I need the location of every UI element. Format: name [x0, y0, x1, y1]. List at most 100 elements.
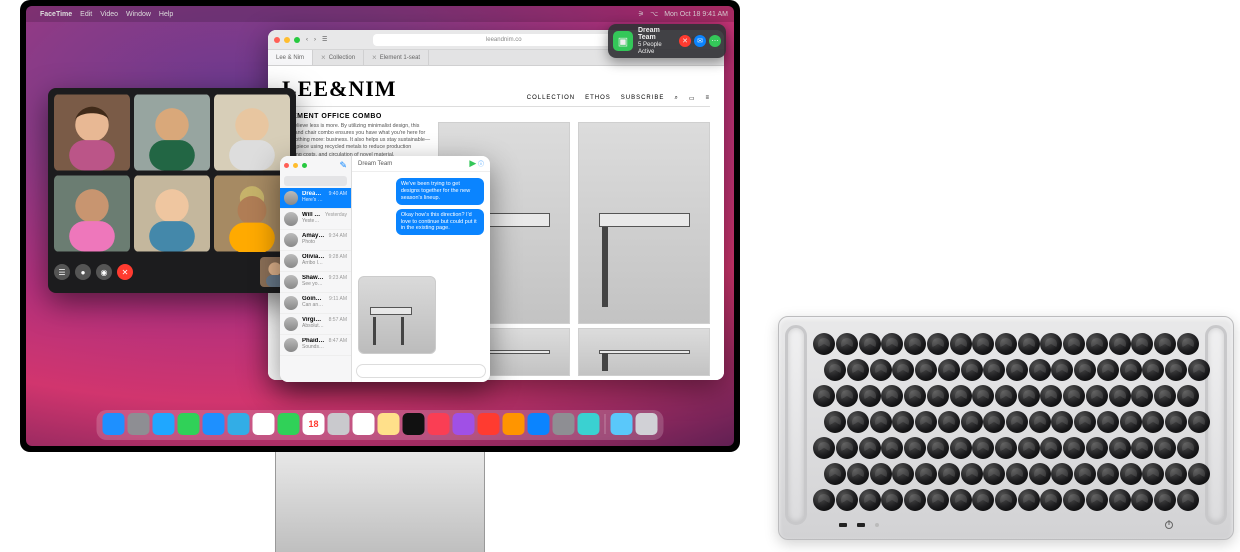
dock-app-calendar[interactable]: 18 [303, 413, 325, 435]
participant-5[interactable] [134, 175, 210, 252]
grille-hole [1029, 463, 1051, 485]
conversation-item[interactable]: Will Byers Yesterday Yesterday [280, 209, 351, 230]
conversation-item[interactable]: Dream Team Here's what I'm thinking 9:40… [280, 188, 351, 209]
thunderbolt-port[interactable] [839, 523, 847, 527]
facetime-notification[interactable]: ▣ Dream Team 5 People Active ✕ ✉ ⋯ [608, 24, 726, 58]
message-thread[interactable]: We've been trying to get designs togethe… [352, 172, 490, 360]
conversation-item[interactable]: Going Out This List Can any of you come … [280, 293, 351, 314]
dock-app-mail[interactable] [203, 413, 225, 435]
dock-app-maps[interactable] [228, 413, 250, 435]
product-image-chair[interactable] [578, 122, 710, 324]
compose-button[interactable]: ✎ [339, 160, 347, 171]
grille-hole [1029, 359, 1051, 381]
dock-app-podcasts[interactable] [453, 413, 475, 435]
grille-hole [1154, 385, 1176, 407]
wifi-icon[interactable]: ⚞ [638, 10, 644, 18]
dock-app-screenshot[interactable] [578, 413, 600, 435]
conversation-item[interactable]: Amaya Jones Photo 9:34 AM [280, 230, 351, 251]
dock-app-facetime[interactable] [278, 413, 300, 435]
participant-1[interactable] [54, 94, 130, 171]
dock-app-photos[interactable] [253, 413, 275, 435]
dock-app-settings[interactable] [553, 413, 575, 435]
window-controls[interactable] [274, 37, 300, 43]
address-bar[interactable]: leeandnim.co [373, 34, 634, 46]
search-icon[interactable]: ⌕ [674, 95, 678, 102]
message-input[interactable] [356, 364, 486, 378]
site-logo[interactable]: LEE&NIM [282, 76, 397, 102]
dock-app-messages[interactable] [178, 413, 200, 435]
grille-hole [892, 411, 914, 433]
messages-window[interactable]: ✎ Dream Team Here's what I'm thinking 9:… [280, 156, 490, 382]
tab-3[interactable]: × Element 1-seat [364, 50, 429, 65]
dock-app-appstore[interactable] [528, 413, 550, 435]
search-input[interactable] [284, 176, 347, 186]
participant-6[interactable] [214, 175, 290, 252]
conversation-time: 8:47 AM [329, 338, 347, 352]
dock-app-notes[interactable] [378, 413, 400, 435]
dock-app-books[interactable] [503, 413, 525, 435]
grille-hole [847, 359, 869, 381]
grille-hole [1165, 411, 1187, 433]
tab-1[interactable]: Lee & Nim [268, 50, 313, 65]
camera-button[interactable]: ◉ [96, 264, 112, 280]
participant-3[interactable] [214, 94, 290, 171]
control-center-icon[interactable]: ⌥ [650, 10, 658, 18]
nav-ethos[interactable]: ETHOS [585, 95, 611, 102]
sidebar-icon[interactable]: ☰ [322, 36, 327, 43]
bag-icon[interactable]: ▭ [689, 95, 696, 102]
leave-call-button[interactable]: ✕ [117, 264, 133, 280]
back-icon[interactable]: ‹ [306, 37, 308, 43]
window-controls[interactable] [284, 163, 307, 168]
nav-subscribe[interactable]: SUBSCRIBE [621, 95, 665, 102]
grille-hole [1188, 359, 1210, 381]
grille-hole [927, 489, 949, 511]
close-icon[interactable]: × [321, 53, 326, 62]
power-button[interactable] [1165, 521, 1173, 529]
menu-video[interactable]: Video [100, 11, 118, 18]
menu-edit[interactable]: Edit [80, 11, 92, 18]
mute-button[interactable]: ● [75, 264, 91, 280]
participant-2[interactable] [134, 94, 210, 171]
facetime-window[interactable]: ☰ ● ◉ ✕ [48, 88, 296, 293]
grille-hole [1086, 385, 1108, 407]
dock-app-launchpad[interactable] [128, 413, 150, 435]
grille-hole [870, 411, 892, 433]
message-image-attachment[interactable] [358, 276, 436, 354]
conversation-item[interactable]: Shawn Gartely See you there! 9:23 AM [280, 272, 351, 293]
thunderbolt-port[interactable] [857, 523, 865, 527]
decline-button[interactable]: ✕ [679, 35, 691, 47]
info-icon[interactable]: ⓘ [478, 162, 484, 168]
dock-app-news[interactable] [478, 413, 500, 435]
conversation-item[interactable]: Virginia Santini Absolutely, I'm on it 8… [280, 314, 351, 335]
conversation-item[interactable]: Olivia Rico Arribo luego 9:28 AM [280, 251, 351, 272]
message-button[interactable]: ✉ [694, 35, 706, 47]
nav-collection[interactable]: COLLECTION [527, 95, 575, 102]
grille-hole [1188, 411, 1210, 433]
dock-app-finder[interactable] [103, 413, 125, 435]
avatar [284, 338, 298, 352]
participant-4[interactable] [54, 175, 130, 252]
menu-window[interactable]: Window [126, 11, 151, 18]
facetime-icon[interactable]: ▶ [469, 158, 476, 168]
dock-app-tv[interactable] [403, 413, 425, 435]
dock-downloads[interactable] [611, 413, 633, 435]
dock-trash[interactable] [636, 413, 658, 435]
forward-icon[interactable]: › [314, 37, 316, 43]
dock-app-reminders[interactable] [353, 413, 375, 435]
tab-2[interactable]: × Collection [313, 50, 364, 65]
mac-pro-tower [778, 316, 1234, 540]
menubar-app-name[interactable]: FaceTime [40, 11, 72, 18]
menu-help[interactable]: Help [159, 11, 173, 18]
dock-app-contacts[interactable] [328, 413, 350, 435]
sidebar-toggle-button[interactable]: ☰ [54, 264, 70, 280]
menu-icon[interactable]: ≡ [705, 95, 710, 102]
participants-grid [54, 94, 290, 252]
dock-app-safari[interactable] [153, 413, 175, 435]
join-button[interactable]: ⋯ [709, 35, 721, 47]
dock-app-music[interactable] [428, 413, 450, 435]
grille-hole [813, 385, 835, 407]
menubar-clock[interactable]: Mon Oct 18 9:41 AM [664, 11, 728, 18]
conversation-item[interactable]: Phaidor Chua Sounds good to me 8:47 AM [280, 335, 351, 356]
close-icon[interactable]: × [372, 53, 377, 62]
product-image-4[interactable] [578, 328, 710, 376]
